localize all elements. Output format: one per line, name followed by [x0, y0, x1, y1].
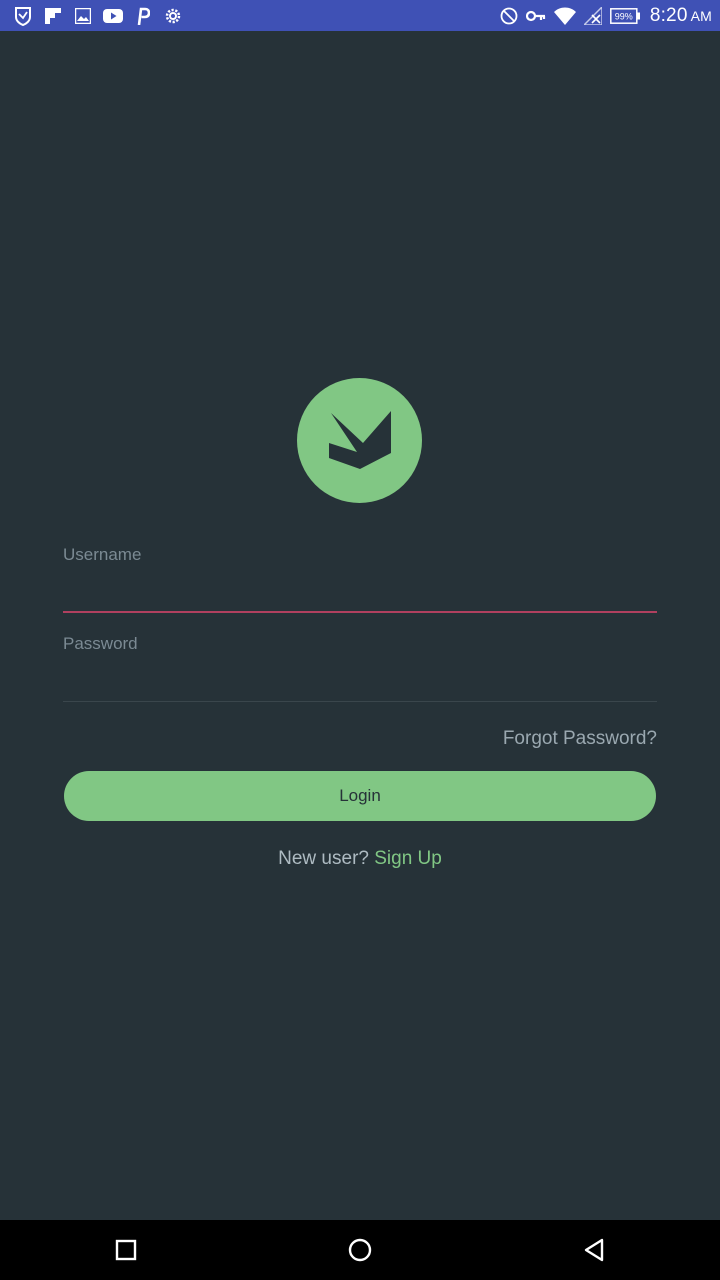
back-icon	[584, 1238, 604, 1262]
clock-ampm: AM	[690, 7, 712, 24]
gallery-icon	[72, 5, 94, 27]
password-input[interactable]	[63, 654, 657, 694]
forgot-password-link[interactable]: Forgot Password?	[503, 728, 657, 750]
settings-gear-icon	[162, 5, 184, 27]
vpn-key-icon	[525, 5, 546, 27]
username-input[interactable]	[63, 565, 657, 605]
pinterest-icon	[132, 5, 154, 27]
wifi-icon	[553, 5, 576, 27]
system-icons: 99% 8:20 AM	[492, 5, 712, 27]
battery-icon: 99%	[609, 5, 640, 27]
app-logo	[297, 378, 422, 503]
youtube-icon	[102, 5, 124, 27]
home-icon	[348, 1238, 372, 1262]
recents-icon	[115, 1239, 137, 1261]
clock-time: 8:20	[649, 4, 688, 26]
battery-level: 99%	[615, 11, 633, 21]
shield-icon	[12, 5, 34, 27]
password-label: Password	[63, 634, 138, 653]
username-field: Username	[63, 545, 657, 613]
username-underline	[63, 611, 657, 613]
back-button[interactable]	[554, 1220, 634, 1280]
home-button[interactable]	[320, 1220, 400, 1280]
app-logo-icon	[328, 410, 391, 469]
password-field: Password	[63, 634, 657, 702]
new-user-prompt: New user?	[278, 848, 369, 869]
flipboard-icon	[42, 5, 64, 27]
notification-icons	[12, 5, 192, 27]
navigation-bar	[0, 1220, 720, 1280]
signup-row: New user? Sign Up	[0, 848, 720, 870]
do-not-disturb-icon	[500, 5, 518, 27]
login-button[interactable]: Login	[64, 771, 656, 821]
clock: 8:20 AM	[650, 5, 712, 27]
username-label: Username	[63, 545, 142, 564]
recents-button[interactable]	[86, 1220, 166, 1280]
password-underline	[63, 701, 657, 702]
status-bar: 99% 8:20 AM	[0, 0, 720, 31]
sign-up-link[interactable]: Sign Up	[374, 848, 442, 869]
no-signal-icon	[583, 5, 602, 27]
